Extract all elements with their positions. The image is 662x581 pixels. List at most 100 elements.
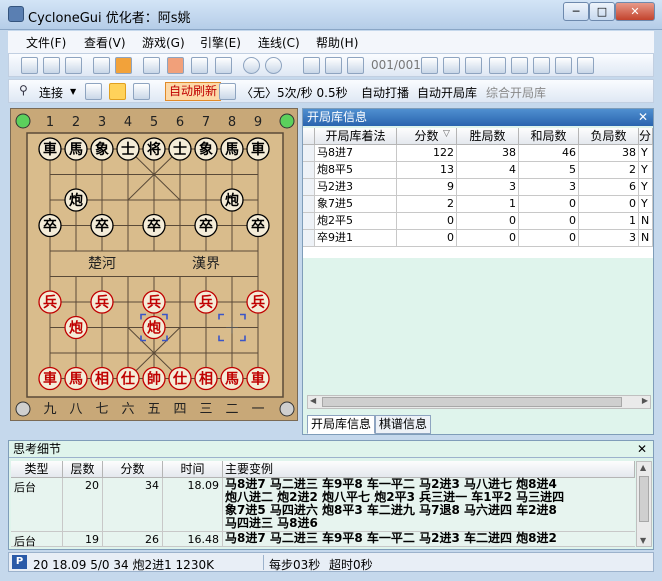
col-move[interactable]: 开局库着法 <box>315 128 397 145</box>
col-wins[interactable]: 胜局数 <box>457 128 519 145</box>
phone-icon[interactable] <box>109 83 126 100</box>
red-piece[interactable]: 兵 <box>38 290 62 314</box>
prev-move-icon[interactable] <box>347 57 364 74</box>
connect-icon[interactable]: ⚲ <box>19 83 36 100</box>
table-cell[interactable]: 122 <box>397 145 457 162</box>
black-piece[interactable]: 象 <box>90 137 114 161</box>
type-cell[interactable]: 后台 <box>11 532 63 547</box>
mode-label[interactable]: 〈无〉5次/秒 0.5秒 <box>241 84 348 101</box>
red-piece[interactable]: 兵 <box>142 290 166 314</box>
monitor-icon[interactable] <box>191 57 208 74</box>
table-cell[interactable]: 13 <box>397 162 457 179</box>
table-cell[interactable]: Y <box>639 145 653 162</box>
find-icon[interactable] <box>133 83 150 100</box>
next-move-icon[interactable] <box>421 57 438 74</box>
pv-cell[interactable]: 马8进7 马二进三 车9平8 车一平二 马2进3 马八进七 炮8进4 炮八进二 炮… <box>223 478 635 532</box>
menu-engine[interactable]: 引擎(E) <box>200 34 241 51</box>
black-piece[interactable]: 士 <box>168 137 192 161</box>
red-piece[interactable]: 車 <box>38 366 62 391</box>
table-cell[interactable]: 0 <box>519 196 579 213</box>
black-piece[interactable]: 卒 <box>246 213 270 238</box>
col-depth[interactable]: 层数 <box>63 461 103 478</box>
row-header[interactable] <box>303 145 315 162</box>
tab-book-info[interactable]: 开局库信息 <box>307 415 376 434</box>
table-cell[interactable]: 0 <box>397 213 457 230</box>
table-cell[interactable]: 38 <box>579 145 639 162</box>
row-header[interactable] <box>303 179 315 196</box>
tab-game-info[interactable]: 棋谱信息 <box>375 415 432 434</box>
menu-help[interactable]: 帮助(H) <box>316 34 358 51</box>
scroll-down-icon[interactable]: ▼ <box>640 536 646 545</box>
maximize-button[interactable]: □ <box>589 2 615 21</box>
row-header[interactable] <box>303 162 315 179</box>
table-cell[interactable]: 3 <box>519 179 579 196</box>
black-piece[interactable]: 卒 <box>194 213 218 238</box>
depth-cell[interactable]: 19 <box>63 532 103 547</box>
black-piece[interactable]: 車 <box>38 137 62 161</box>
depth-cell[interactable]: 20 <box>63 478 103 532</box>
black-piece[interactable]: 象 <box>194 137 218 161</box>
save-icon[interactable] <box>65 57 82 74</box>
red-piece[interactable]: 仕 <box>168 366 192 391</box>
copy-icon[interactable] <box>511 57 528 74</box>
col-losses[interactable]: 负局数 <box>579 128 639 145</box>
black-piece[interactable]: 将 <box>142 137 166 161</box>
chevron-down-icon[interactable]: ▼ <box>70 87 76 96</box>
black-piece[interactable]: 炮 <box>64 188 88 212</box>
undo-icon[interactable] <box>265 57 282 74</box>
table-cell[interactable]: 2 <box>579 162 639 179</box>
search-icon[interactable] <box>215 57 232 74</box>
export-icon[interactable] <box>577 57 594 74</box>
minimize-button[interactable]: ─ <box>563 2 589 21</box>
table-cell[interactable]: 0 <box>579 196 639 213</box>
table-cell[interactable]: 炮2平5 <box>315 213 397 230</box>
xiangqi-board[interactable]: 1 2 3 4 5 6 7 8 9九八七六五四三二一楚河 漢界車馬象士将士象馬車炮 炮卒卒卒卒卒兵兵… <box>11 109 299 422</box>
table-cell[interactable]: Y <box>639 162 653 179</box>
table-cell[interactable]: 马8进7 <box>315 145 397 162</box>
time-cell[interactable]: 18.09 <box>163 478 223 532</box>
black-piece[interactable]: 卒 <box>90 213 114 238</box>
clock-icon[interactable] <box>115 57 132 74</box>
close-icon[interactable]: ✕ <box>637 441 647 458</box>
pv-cell[interactable]: 马8进7 马二进三 车9平8 车一平二 马2进3 车二进四 炮8进2 <box>223 532 635 547</box>
red-piece[interactable]: 兵 <box>90 290 114 314</box>
red-piece[interactable]: 兵 <box>194 290 218 314</box>
red-piece[interactable]: 相 <box>90 366 114 391</box>
close-button[interactable]: ✕ <box>615 2 655 21</box>
stop-icon[interactable] <box>243 57 260 74</box>
link-icon[interactable] <box>85 83 102 100</box>
last-move-icon[interactable] <box>465 57 482 74</box>
merge-book-button[interactable]: 综合开局库 <box>486 84 546 101</box>
table-cell[interactable]: 炮8平5 <box>315 162 397 179</box>
table-cell[interactable]: 0 <box>397 230 457 247</box>
col-time[interactable]: 时间 <box>163 461 223 478</box>
scroll-thumb[interactable] <box>639 476 649 522</box>
table-cell[interactable]: 卒9进1 <box>315 230 397 247</box>
table-cell[interactable]: Y <box>639 179 653 196</box>
type-cell[interactable]: 后台 <box>11 478 63 532</box>
red-piece[interactable]: 帥 <box>142 366 166 391</box>
red-piece[interactable]: 兵 <box>246 290 270 314</box>
black-piece[interactable]: 車 <box>246 137 270 161</box>
black-piece[interactable]: 卒 <box>142 213 166 238</box>
image-icon[interactable] <box>555 57 572 74</box>
black-piece[interactable]: 卒 <box>38 213 62 238</box>
table-cell[interactable]: 1 <box>457 196 519 213</box>
score-cell[interactable]: 34 <box>103 478 163 532</box>
board-icon[interactable] <box>143 57 160 74</box>
red-piece[interactable]: 馬 <box>220 366 244 391</box>
vertical-scrollbar[interactable]: ▲ ▼ <box>636 461 652 547</box>
table-cell[interactable]: 46 <box>519 145 579 162</box>
red-piece[interactable]: 仕 <box>116 366 140 391</box>
menu-game[interactable]: 游戏(G) <box>142 34 185 51</box>
black-piece[interactable]: 炮 <box>220 188 244 212</box>
col-pv[interactable]: 主要变例 <box>223 461 635 478</box>
next-page-icon[interactable] <box>443 57 460 74</box>
black-piece[interactable]: 馬 <box>220 137 244 161</box>
auto-play-button[interactable]: 自动打播 <box>361 84 409 101</box>
col-score[interactable]: 分数 <box>103 461 163 478</box>
col-type[interactable]: 类型 <box>11 461 63 478</box>
menu-connect[interactable]: 连线(C) <box>258 34 300 51</box>
table-cell[interactable]: 0 <box>457 230 519 247</box>
scroll-left-icon[interactable]: ◀ <box>310 396 316 405</box>
